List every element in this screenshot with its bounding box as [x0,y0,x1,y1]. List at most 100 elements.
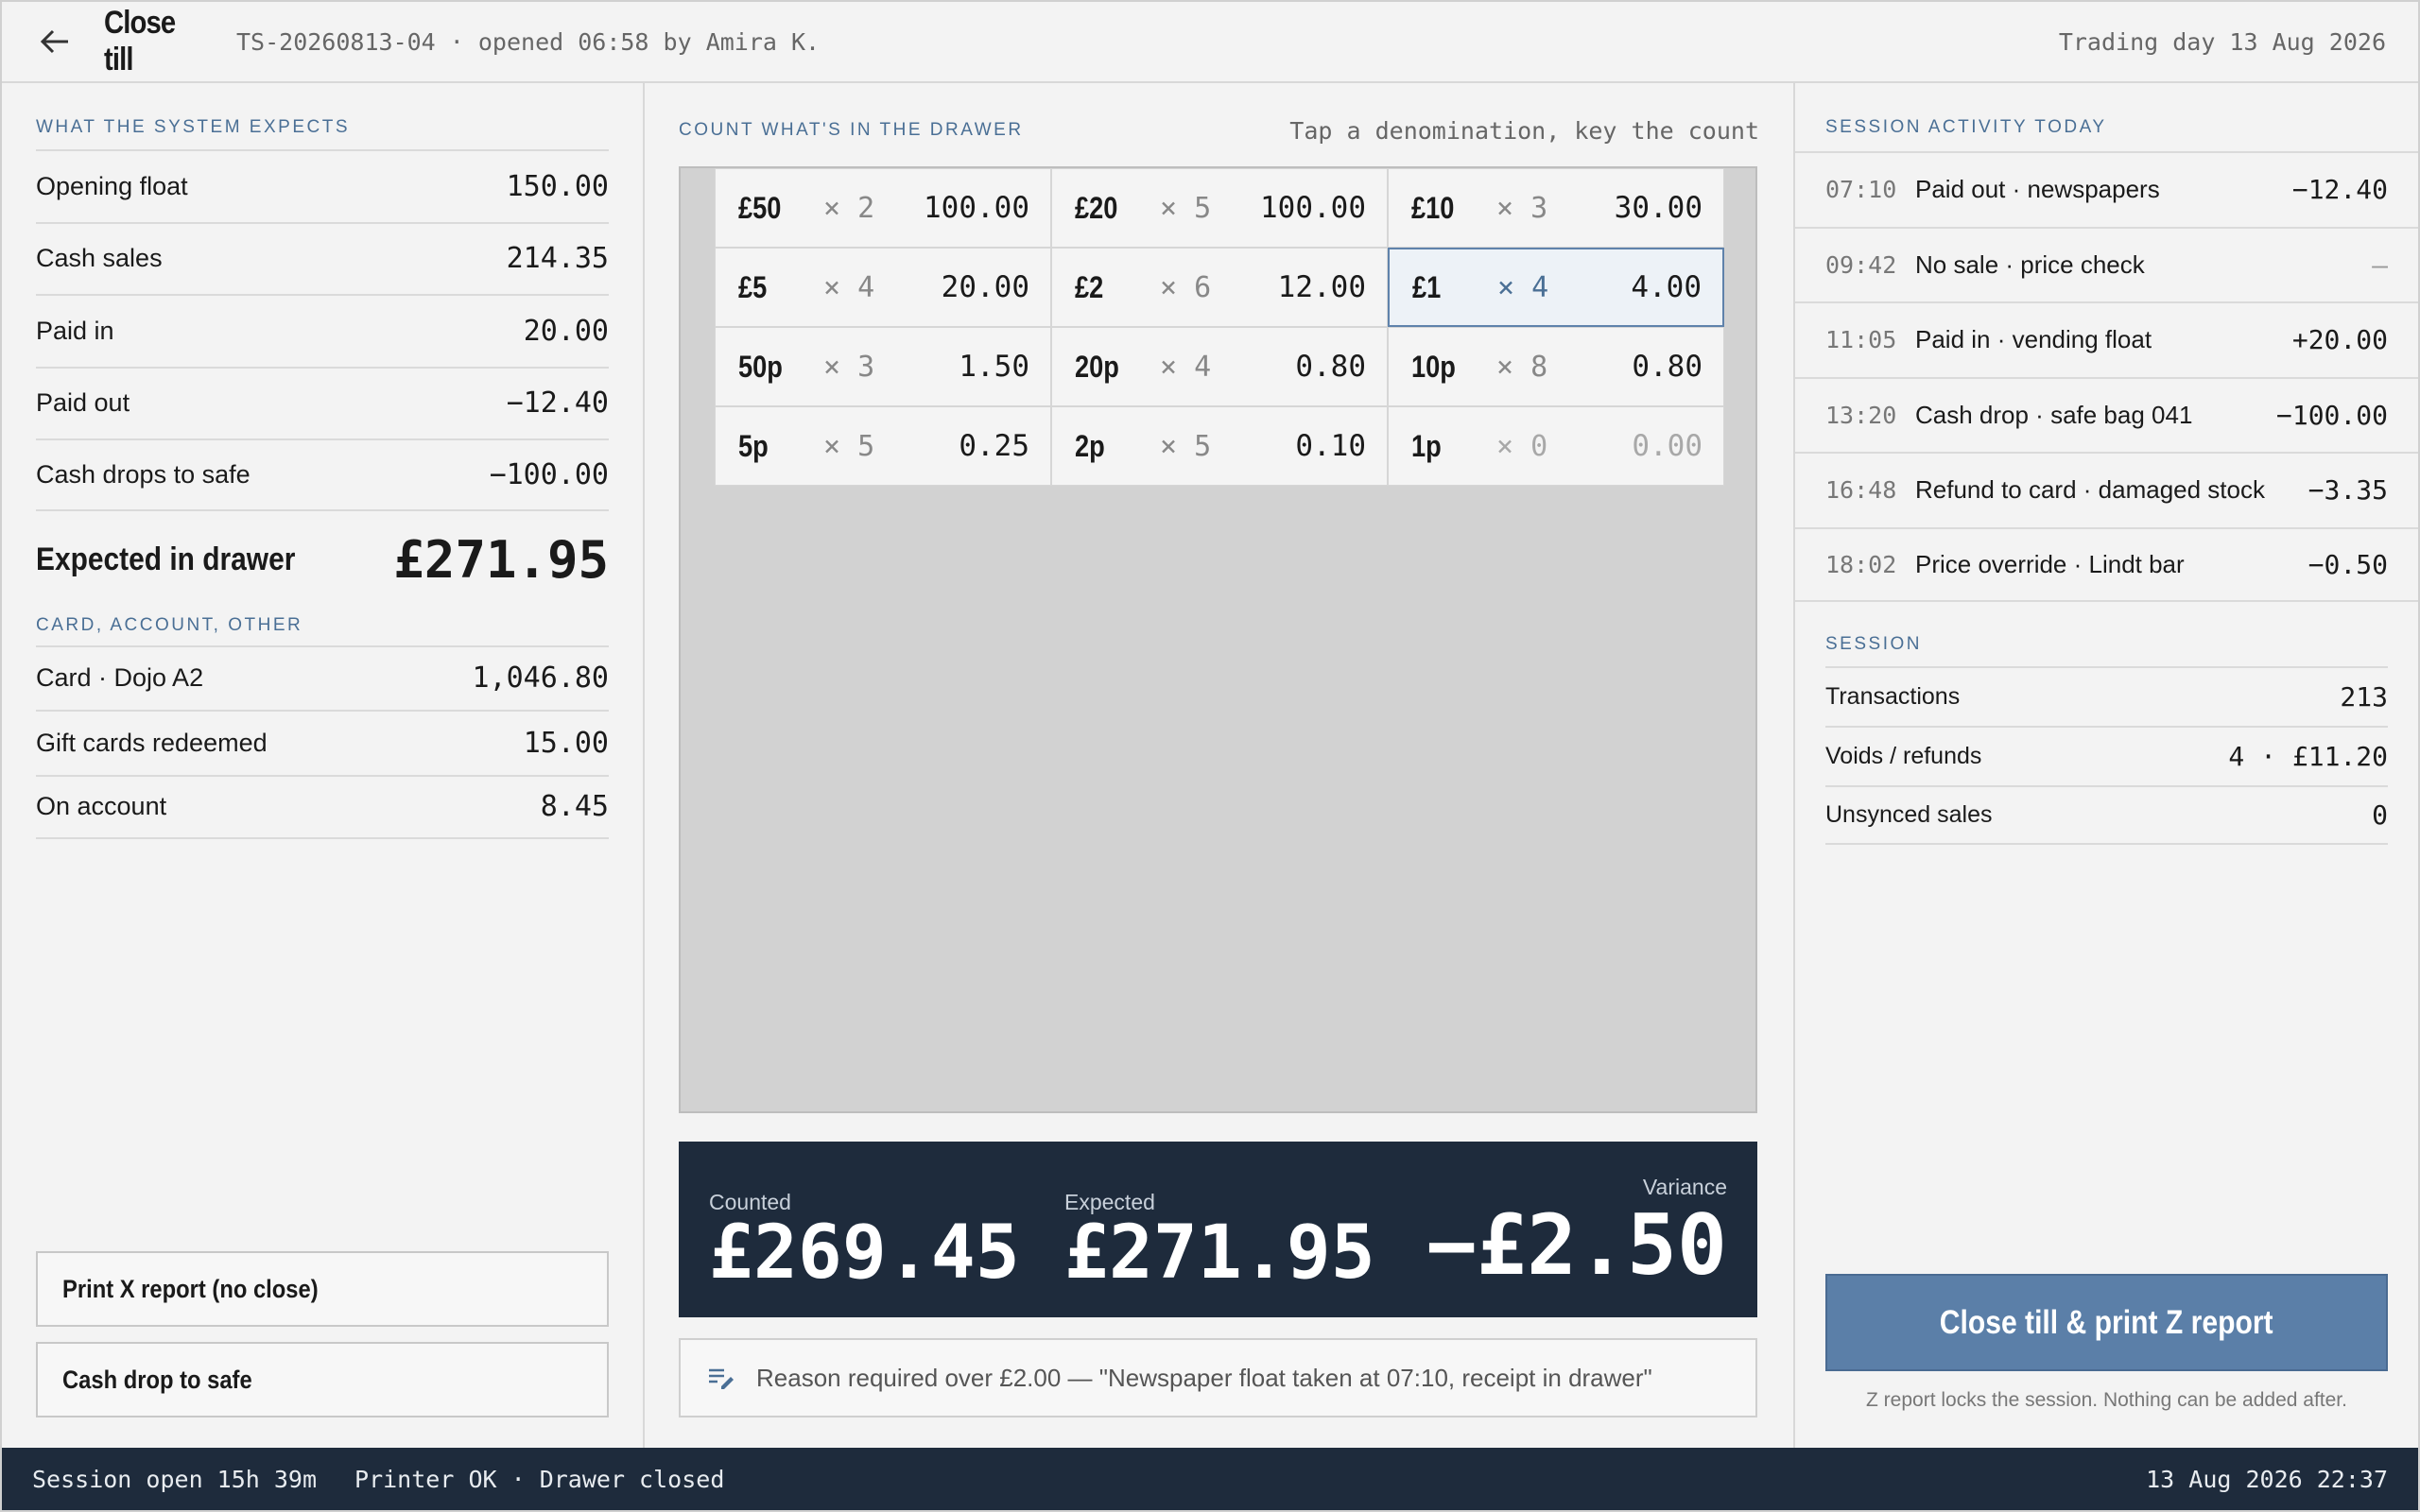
close-till-button[interactable]: Close till & print Z report [1825,1274,2388,1371]
denomination-cell[interactable]: 5p × 5 0.25 [715,406,1051,486]
counted-total: Counted £269.45 [709,1190,1020,1291]
denomination-cell[interactable]: £1 × 4 4.00 [1388,248,1724,327]
totals-panel: Counted £269.45 Expected £271.95 Varianc… [679,1142,1757,1317]
count-header: COUNT WHAT'S IN THE DRAWER Tap a denomin… [679,112,1759,149]
activity-time: 13:20 [1825,401,1897,429]
section-label: SESSION ACTIVITY TODAY [1825,117,2107,137]
status-bar: Session open 15h 39m Printer OK · Drawer… [2,1448,2418,1510]
denomination-cell[interactable]: 2p × 5 0.10 [1051,406,1388,486]
reason-text: Reason required over £2.00 — "Newspaper … [756,1363,1652,1392]
denomination-count: × 4 [1160,350,1212,384]
denomination-count: × 0 [1496,429,1548,463]
activity-amount: +20.00 [2291,324,2388,356]
denomination-label: 2p [1075,428,1105,463]
activity-item[interactable]: 09:42 No sale · price check — [1795,226,2418,302]
denomination-area: £50 × 2 100.00 £20 × 5 100.00 £10 × 3 30.00 £5 × 4… [679,166,1757,1113]
row-label: Transactions [1825,683,1961,710]
activity-description: No sale · price check [1915,249,2145,279]
denomination-count: × 3 [1496,191,1548,225]
activity-item[interactable]: 07:10 Paid out · newspapers −12.40 [1795,151,2418,227]
clock: 13 Aug 2026 22:37 [2146,1465,2388,1493]
denomination-cell[interactable]: 10p × 8 0.80 [1388,327,1724,406]
header: Close till TS-20260813-04 · opened 06:58… [2,2,2418,83]
row-value: 150.00 [506,169,609,203]
button-label: Close till & print Z report [1940,1303,2273,1341]
list-item: Gift cards redeemed 15.00 [36,710,609,775]
row-label: Card · Dojo A2 [36,663,204,693]
row-value: 0 [2372,799,2388,831]
denomination-label: 50p [738,349,783,384]
row-label: Cash sales [36,244,163,273]
close-till-screen: Close till TS-20260813-04 · opened 06:58… [0,0,2420,1512]
denomination-cell[interactable]: £5 × 4 20.00 [715,248,1051,327]
list-item: Paid in 20.00 [36,294,609,367]
denomination-cell[interactable]: £20 × 5 100.00 [1051,168,1388,248]
activity-item[interactable]: 13:20 Cash drop · safe bag 041 −100.00 [1795,376,2418,453]
row-value: 1,046.80 [472,662,610,696]
count-panel: COUNT WHAT'S IN THE DRAWER Tap a denomin… [645,83,1795,1448]
denomination-total: 30.00 [1614,191,1703,225]
row-label: Paid in [36,316,114,345]
list-item: Voids / refunds 4 · £11.20 [1825,726,2388,785]
denomination-count: × 3 [823,350,875,384]
expected-label: Expected in drawer [36,541,296,577]
denomination-count: × 5 [1160,429,1212,463]
cash-drop-button[interactable]: Cash drop to safe [36,1342,609,1418]
list-item: Cash sales 214.35 [36,221,609,295]
activity-list: 07:10 Paid out · newspapers −12.40 09:42 No … [1795,151,2418,602]
activity-amount: −12.40 [2291,174,2388,206]
denomination-total: 4.00 [1631,270,1702,304]
section-label: CARD, ACCOUNT, OTHER [36,614,303,635]
row-value: −12.40 [506,387,609,421]
denomination-label: £1 [1412,269,1442,304]
denomination-total: 20.00 [941,270,1029,304]
denomination-cell[interactable]: £50 × 2 100.00 [715,168,1051,248]
row-value: 4 · £11.20 [2228,741,2388,772]
denomination-total: 0.25 [959,429,1029,463]
session-duration: Session open 15h 39m [32,1465,318,1493]
denomination-label: 5p [738,428,769,463]
denomination-cell[interactable]: 1p × 0 0.00 [1388,406,1724,486]
denomination-label: 20p [1075,349,1119,384]
denomination-label: £2 [1075,269,1104,304]
activity-description: Paid out · newspapers [1915,175,2160,204]
activity-item[interactable]: 18:02 Price override · Lindt bar −0.50 [1795,526,2418,602]
activity-amount: — [2372,249,2388,281]
list-item: On account 8.45 [36,774,609,839]
denomination-count: × 6 [1160,270,1212,304]
print-x-report-button[interactable]: Print X report (no close) [36,1251,609,1327]
denomination-total: 12.00 [1277,270,1366,304]
activity-description: Price override · Lindt bar [1915,549,2185,578]
activity-description: Paid in · vending float [1915,325,2152,354]
session-info: TS-20260813-04 · opened 06:58 by Amira K… [236,27,821,56]
activity-item[interactable]: 11:05 Paid in · vending float +20.00 [1795,301,2418,377]
back-arrow-icon[interactable] [34,21,76,62]
activity-amount: −0.50 [2308,548,2388,580]
list-item: Card · Dojo A2 1,046.80 [36,644,610,711]
activity-item[interactable]: 16:48 Refund to card · damaged stock −3.35 [1795,452,2418,527]
denomination-cell[interactable]: 50p × 3 1.50 [715,327,1051,406]
variance-total: Variance −£2.50 [1426,1175,1727,1291]
expected-total: Expected £271.95 [1064,1190,1375,1291]
list-item: Cash drops to safe −100.00 [36,438,609,511]
page-title: Close till [104,5,176,77]
denomination-cell[interactable]: £10 × 3 30.00 [1388,168,1724,248]
reason-field[interactable]: Reason required over £2.00 — "Newspaper … [679,1338,1757,1418]
denomination-count: × 5 [1160,191,1212,225]
row-value: 8.45 [540,790,609,824]
denomination-total: 100.00 [1260,191,1366,225]
denomination-cell[interactable]: 20p × 4 0.80 [1051,327,1388,406]
row-value: 15.00 [523,726,609,760]
denomination-total: 0.80 [1295,350,1366,384]
denomination-cell[interactable]: £2 × 6 12.00 [1051,248,1388,327]
row-label: Cash drops to safe [36,459,251,489]
list-item: Transactions 213 [1825,666,2388,726]
denomination-label: £50 [738,190,782,225]
count-hint: Tap a denomination, key the count [1289,116,1759,145]
denomination-count: × 5 [823,429,875,463]
row-label: Voids / refunds [1825,743,1982,769]
denomination-total: 0.00 [1632,429,1703,463]
row-label: Unsynced sales [1825,801,1993,828]
denomination-label: £10 [1411,190,1455,225]
row-label: On account [36,792,167,821]
